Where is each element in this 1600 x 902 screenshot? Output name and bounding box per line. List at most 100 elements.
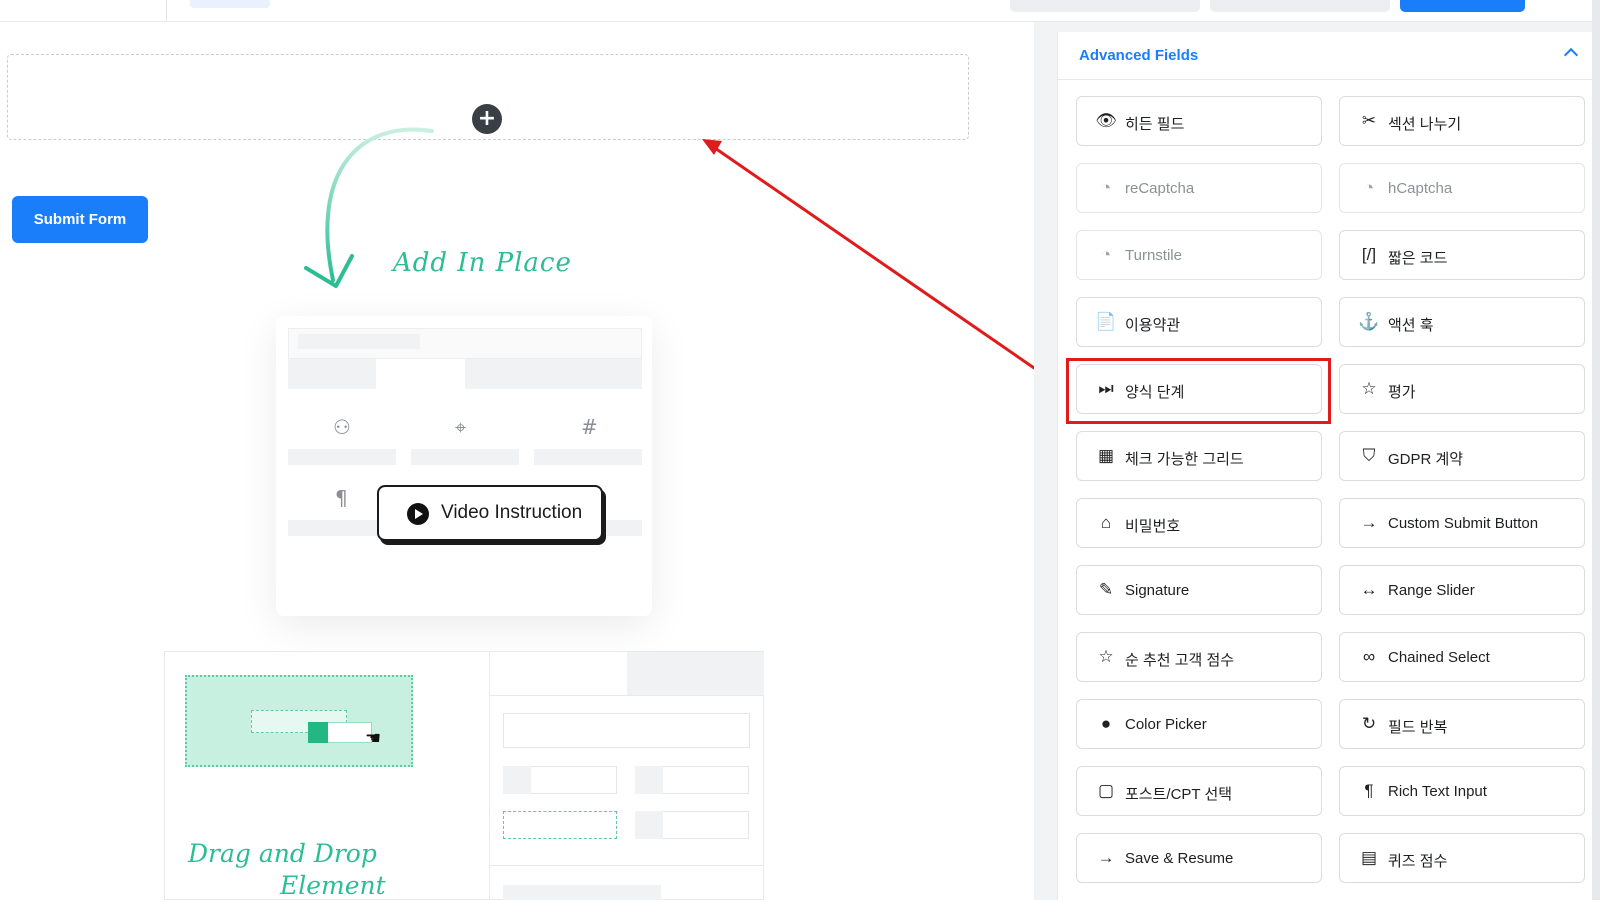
placeholder-bar — [627, 652, 764, 695]
field-button-label: 짧은 코드 — [1388, 250, 1448, 267]
add-in-place-caption: Add In Place — [393, 248, 572, 278]
document-icon: 📄 — [1095, 312, 1117, 331]
placeholder-bar — [503, 885, 661, 900]
field-button[interactable]: ◔ Turnstile — [1076, 230, 1322, 280]
arrow-right-icon: → — [1097, 848, 1115, 867]
field-button[interactable]: ✎ Signature — [1076, 565, 1322, 615]
drag-drop-caption: Drag and Drop Element — [188, 838, 386, 902]
field-button[interactable]: ▤ 퀴즈 점수 — [1339, 833, 1585, 883]
toolbar-tab[interactable] — [190, 0, 270, 8]
droplet-icon: ● — [1100, 714, 1112, 733]
field-button-label: 이용약관 — [1125, 317, 1181, 334]
pen-icon: ✎ — [1098, 580, 1114, 599]
field-button[interactable]: ∞ Chained Select — [1339, 632, 1585, 682]
toolbar-divider — [166, 0, 167, 22]
drag-drop-caption-line1: Drag and Drop — [188, 839, 377, 868]
puzzle-icon: ✂ — [1361, 111, 1377, 130]
location-pin-icon: ⌖ — [455, 415, 467, 439]
video-instruction-label: Video Instruction — [441, 502, 583, 523]
link-icon: ∞ — [1362, 647, 1376, 666]
scrollbar[interactable] — [1592, 0, 1600, 900]
placeholder-bar — [503, 766, 531, 794]
field-button[interactable]: ▦ 체크 가능한 그리드 — [1076, 431, 1322, 481]
star-icon: ☆ — [1361, 379, 1377, 398]
field-button[interactable]: 👁 히든 필드 — [1076, 96, 1322, 146]
field-button[interactable]: ⌂ 비밀번호 — [1076, 498, 1322, 548]
placeholder-bar — [635, 811, 663, 839]
field-button[interactable]: ☆ 순 추천 고객 점수 — [1076, 632, 1322, 682]
hook-icon: ⚓ — [1358, 312, 1380, 331]
field-button[interactable]: ↻ 필드 반복 — [1339, 699, 1585, 749]
field-button-label: Color Picker — [1125, 716, 1207, 733]
field-button[interactable]: [/] 짧은 코드 — [1339, 230, 1585, 280]
field-button-label: Signature — [1125, 582, 1190, 599]
field-button[interactable]: → Custom Submit Button — [1339, 498, 1585, 548]
field-button-label: Range Slider — [1388, 582, 1475, 599]
field-button[interactable]: ◔ hCaptcha — [1339, 163, 1585, 213]
hash-icon: # — [581, 415, 598, 439]
field-button-label: hCaptcha — [1388, 180, 1453, 197]
placeholder-bar — [288, 449, 396, 465]
lock-icon: ⌂ — [1100, 513, 1112, 532]
field-button[interactable]: ↔ Range Slider — [1339, 565, 1585, 615]
field-button-label: 순 추천 고객 점수 — [1125, 652, 1235, 669]
field-button-label: 평가 — [1388, 384, 1416, 401]
divider — [489, 865, 764, 866]
field-button-label: 히든 필드 — [1125, 116, 1185, 133]
field-button[interactable]: ✂ 섹션 나누기 — [1339, 96, 1585, 146]
hcaptcha-icon: ◔ — [1363, 178, 1375, 197]
field-button[interactable]: ● Color Picker — [1076, 699, 1322, 749]
add-field-button[interactable]: + — [472, 104, 502, 134]
field-button[interactable]: ⛉ GDPR 계약 — [1339, 431, 1585, 481]
toolbar-primary-button[interactable] — [1400, 0, 1525, 12]
arrow-right-icon: → — [1360, 513, 1378, 532]
field-button[interactable]: ⚓ 액션 훅 — [1339, 297, 1585, 347]
quiz-score-icon: ▤ — [1360, 848, 1378, 867]
grid-check-icon: ▦ — [1097, 446, 1115, 465]
drag-drop-caption-line2: Element — [280, 871, 386, 900]
field-button[interactable]: ◔ reCaptcha — [1076, 163, 1322, 213]
field-button-label: GDPR 계약 — [1388, 451, 1464, 468]
divider — [489, 652, 490, 900]
field-button[interactable]: ▢ 포스트/CPT 선택 — [1076, 766, 1322, 816]
post-select-icon: ▢ — [1097, 781, 1115, 800]
chevron-up-icon[interactable] — [1563, 47, 1579, 63]
field-button[interactable]: 📄 이용약관 — [1076, 297, 1322, 347]
field-button-label: reCaptcha — [1125, 180, 1195, 197]
field-button[interactable]: ☆ 평가 — [1339, 364, 1585, 414]
placeholder-bar — [298, 334, 420, 349]
eye-slash-icon: 👁 — [1095, 111, 1117, 130]
toolbar-button[interactable] — [1210, 0, 1390, 12]
placeholder-bar — [288, 359, 376, 389]
field-button[interactable]: ¶ Rich Text Input — [1339, 766, 1585, 816]
placeholder-bar — [635, 766, 663, 794]
star-outline-icon: ☆ — [1098, 647, 1114, 666]
submit-form-button[interactable]: Submit Form — [12, 196, 148, 243]
field-button-label: Turnstile — [1125, 247, 1182, 264]
highlight-box — [1066, 358, 1331, 424]
placeholder-bar — [465, 359, 642, 389]
repeat-icon: ↻ — [1361, 714, 1377, 733]
recaptcha-icon: ◔ — [1100, 178, 1112, 197]
paragraph-icon: ¶ — [1364, 781, 1374, 800]
toolbar-button[interactable] — [1010, 0, 1200, 12]
placeholder-bar — [411, 449, 519, 465]
advanced-fields-header[interactable]: Advanced Fields — [1057, 32, 1600, 80]
field-button-label: 비밀번호 — [1125, 518, 1181, 535]
field-button-label: Custom Submit Button — [1388, 515, 1539, 532]
field-button[interactable]: → Save & Resume — [1076, 833, 1322, 883]
field-button-label: 액션 훅 — [1388, 317, 1434, 334]
field-button-label: 퀴즈 점수 — [1388, 853, 1448, 870]
video-instruction-button[interactable]: Video Instruction — [377, 485, 603, 541]
panel-title: Advanced Fields — [1079, 47, 1199, 64]
play-icon — [407, 503, 429, 525]
shortcode-icon: [/] — [1361, 245, 1377, 264]
field-button-label: Rich Text Input — [1388, 783, 1487, 800]
placeholder-drop-target — [503, 811, 617, 839]
user-icon: ⚇ — [333, 415, 351, 439]
paragraph-icon: ¶ — [335, 486, 348, 510]
field-button-label: Chained Select — [1388, 649, 1490, 666]
field-button-label: 섹션 나누기 — [1388, 116, 1462, 133]
field-button-label: Save & Resume — [1125, 850, 1234, 867]
range-slider-icon: ↔ — [1360, 580, 1378, 599]
